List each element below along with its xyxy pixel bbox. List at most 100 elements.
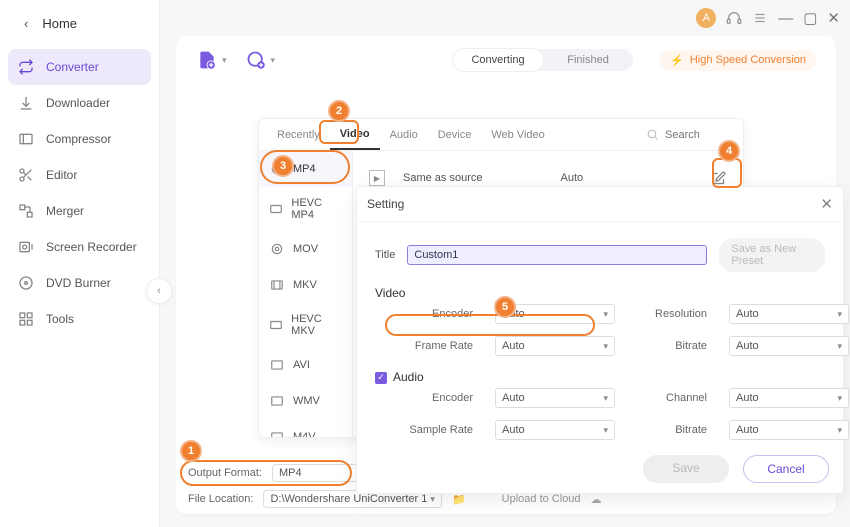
hevc-icon [269,317,283,333]
sidebar-item-label: Merger [46,204,84,218]
step-badge-3: 3 [272,155,294,177]
add-url-icon[interactable] [245,49,267,71]
sample-rate-label: Sample Rate [393,424,473,436]
folder-icon[interactable]: 📁 [452,493,466,506]
setting-title: Setting [367,197,404,211]
sidebar-item-merger[interactable]: Merger [0,193,159,229]
sidebar-item-label: Compressor [46,132,111,146]
sidebar-item-compressor[interactable]: Compressor [0,121,159,157]
disc-icon [18,275,34,291]
audio-encoder-select[interactable]: Auto▾ [495,388,615,408]
merger-icon [18,203,34,219]
save-button[interactable]: Save [643,455,729,483]
high-speed-conversion[interactable]: ⚡ High Speed Conversion [660,50,816,71]
channel-select[interactable]: Auto▾ [729,388,849,408]
cancel-button[interactable]: Cancel [743,455,829,483]
audio-section-label: Audio [393,370,424,384]
headset-icon[interactable] [726,10,742,26]
file-location-label: File Location: [188,493,253,505]
output-format-select[interactable]: MP4 [272,464,358,482]
sidebar-item-label: Tools [46,312,74,326]
format-item-hevc-mkv[interactable]: HEVC MKV [259,303,352,347]
sidebar-item-downloader[interactable]: Downloader [0,85,159,121]
add-file-icon[interactable] [196,49,218,71]
sidebar-item-tools[interactable]: Tools [0,301,159,337]
cloud-icon[interactable]: ☁︎ [591,493,602,506]
menu-icon[interactable] [752,10,768,26]
sidebar-item-screen-recorder[interactable]: Screen Recorder [0,229,159,265]
format-item-hevc-mp4[interactable]: HEVC MP4 [259,187,352,231]
fmt-tab-audio[interactable]: Audio [380,121,428,149]
hevc-icon [269,201,283,217]
sidebar-item-label: Screen Recorder [46,240,137,254]
sidebar-item-converter[interactable]: Converter [8,49,151,85]
fmt-tab-recently[interactable]: Recently [267,121,330,149]
video-bitrate-label: Bitrate [637,340,707,352]
avatar-letter: A [703,12,710,24]
format-search[interactable] [646,128,735,141]
preset-auto: Auto [560,172,583,184]
window-minimize[interactable]: — [778,10,793,27]
segmented-control: Converting Finished [453,49,633,71]
audio-bitrate-label: Bitrate [637,424,707,436]
audio-checkbox[interactable]: ✓ [375,372,387,384]
sidebar-item-dvd-burner[interactable]: DVD Burner [0,265,159,301]
fmt-tab-video[interactable]: Video [330,120,380,150]
fmt-tab-device[interactable]: Device [428,121,482,149]
tab-converting[interactable]: Converting [453,49,543,71]
video-encoder-label: Encoder [393,308,473,320]
sidebar-collapse[interactable]: ‹ [146,278,172,304]
tab-finished[interactable]: Finished [543,49,633,71]
sidebar-item-label: Converter [46,60,99,74]
preset-name: Same as source [403,172,482,184]
video-bitrate-select[interactable]: Auto▾ [729,336,849,356]
add-url-caret[interactable]: ▾ [271,55,276,66]
avatar[interactable]: A [696,8,716,28]
edit-preset-icon[interactable] [709,169,727,187]
format-item-avi[interactable]: AVI [259,347,352,383]
converter-icon [18,59,34,75]
channel-label: Channel [637,392,707,404]
step-badge-2: 2 [328,100,350,122]
add-file-caret[interactable]: ▾ [222,55,227,66]
preset-title-input[interactable] [407,245,707,265]
step-badge-1: 1 [180,440,202,462]
sample-rate-select[interactable]: Auto▾ [495,420,615,440]
back-home[interactable]: ‹ Home [0,0,159,49]
scissors-icon [18,167,34,183]
target-icon [269,241,285,257]
film-icon [269,357,285,373]
sidebar-item-label: Downloader [46,96,110,110]
output-format-label: Output Format: [188,467,262,479]
format-item-m4v[interactable]: M4V [259,419,352,437]
chevron-left-icon: ‹ [24,16,28,31]
film-icon [269,429,285,437]
title-label: Title [375,249,395,261]
window-maximize[interactable]: ▢ [803,9,817,27]
step-badge-4: 4 [718,140,740,162]
save-as-preset-button[interactable]: Save as New Preset [719,238,825,272]
bolt-icon: ⚡ [670,54,684,67]
compressor-icon [18,131,34,147]
close-icon[interactable]: ✕ [820,195,833,213]
sidebar-item-label: Editor [46,168,77,182]
audio-encoder-label: Encoder [393,392,473,404]
fmt-tab-web-video[interactable]: Web Video [481,121,554,149]
frame-rate-select[interactable]: Auto▾ [495,336,615,356]
download-icon [18,95,34,111]
format-item-wmv[interactable]: WMV [259,383,352,419]
film-icon [269,277,285,293]
format-item-mkv[interactable]: MKV [259,267,352,303]
play-icon: ▶ [369,170,385,186]
format-item-mov[interactable]: MOV [259,231,352,267]
video-section-label: Video [375,286,825,300]
setting-panel: Setting ✕ Title Save as New Preset Video… [356,186,844,494]
grid-icon [18,311,34,327]
resolution-label: Resolution [637,308,707,320]
sidebar-item-editor[interactable]: Editor [0,157,159,193]
audio-bitrate-select[interactable]: Auto▾ [729,420,849,440]
record-icon [18,239,34,255]
resolution-select[interactable]: Auto▾ [729,304,849,324]
window-close[interactable]: ✕ [827,9,840,27]
search-input[interactable] [665,129,725,141]
